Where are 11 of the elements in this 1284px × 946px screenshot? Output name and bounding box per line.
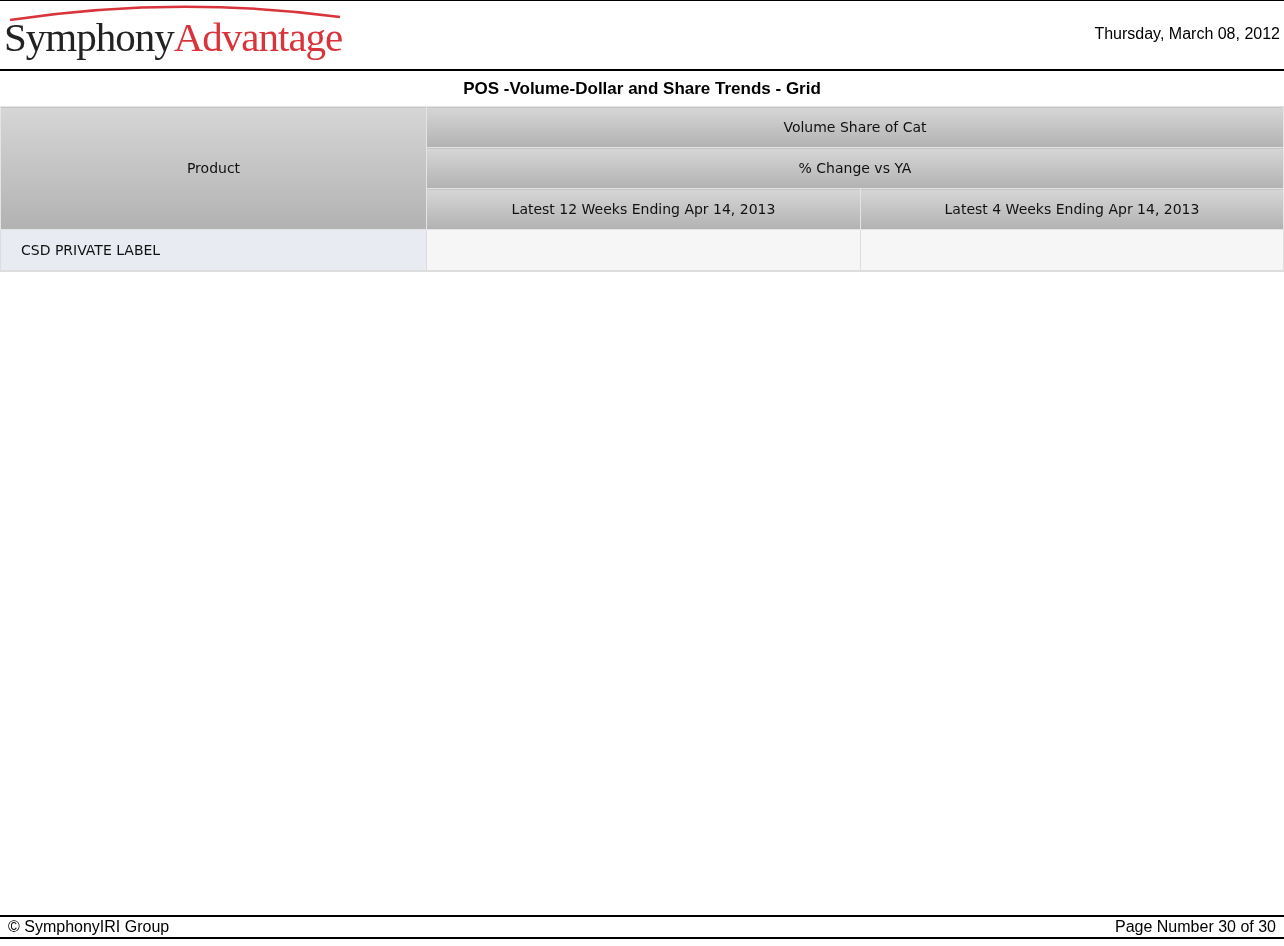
- logo-text: SymphonyAdvantage: [4, 15, 344, 59]
- copyright: © SymphonyIRI Group: [8, 918, 170, 936]
- page-number: Page Number 30 of 30: [1115, 918, 1276, 936]
- report-title: POS -Volume-Dollar and Share Trends - Grid: [462, 78, 822, 100]
- column-header: Volume Share of Cat: [426, 106, 1284, 148]
- column-header: Product: [0, 106, 427, 230]
- column-header: Latest 4 Weeks Ending Apr 14, 2013: [860, 188, 1284, 230]
- column-header: % Change vs YA: [426, 147, 1284, 189]
- report-date: Thursday, March 08, 2012: [1094, 25, 1280, 43]
- column-header: Latest 12 Weeks Ending Apr 14, 2013: [426, 188, 861, 230]
- row-header: CSD PRIVATE LABEL: [0, 229, 427, 271]
